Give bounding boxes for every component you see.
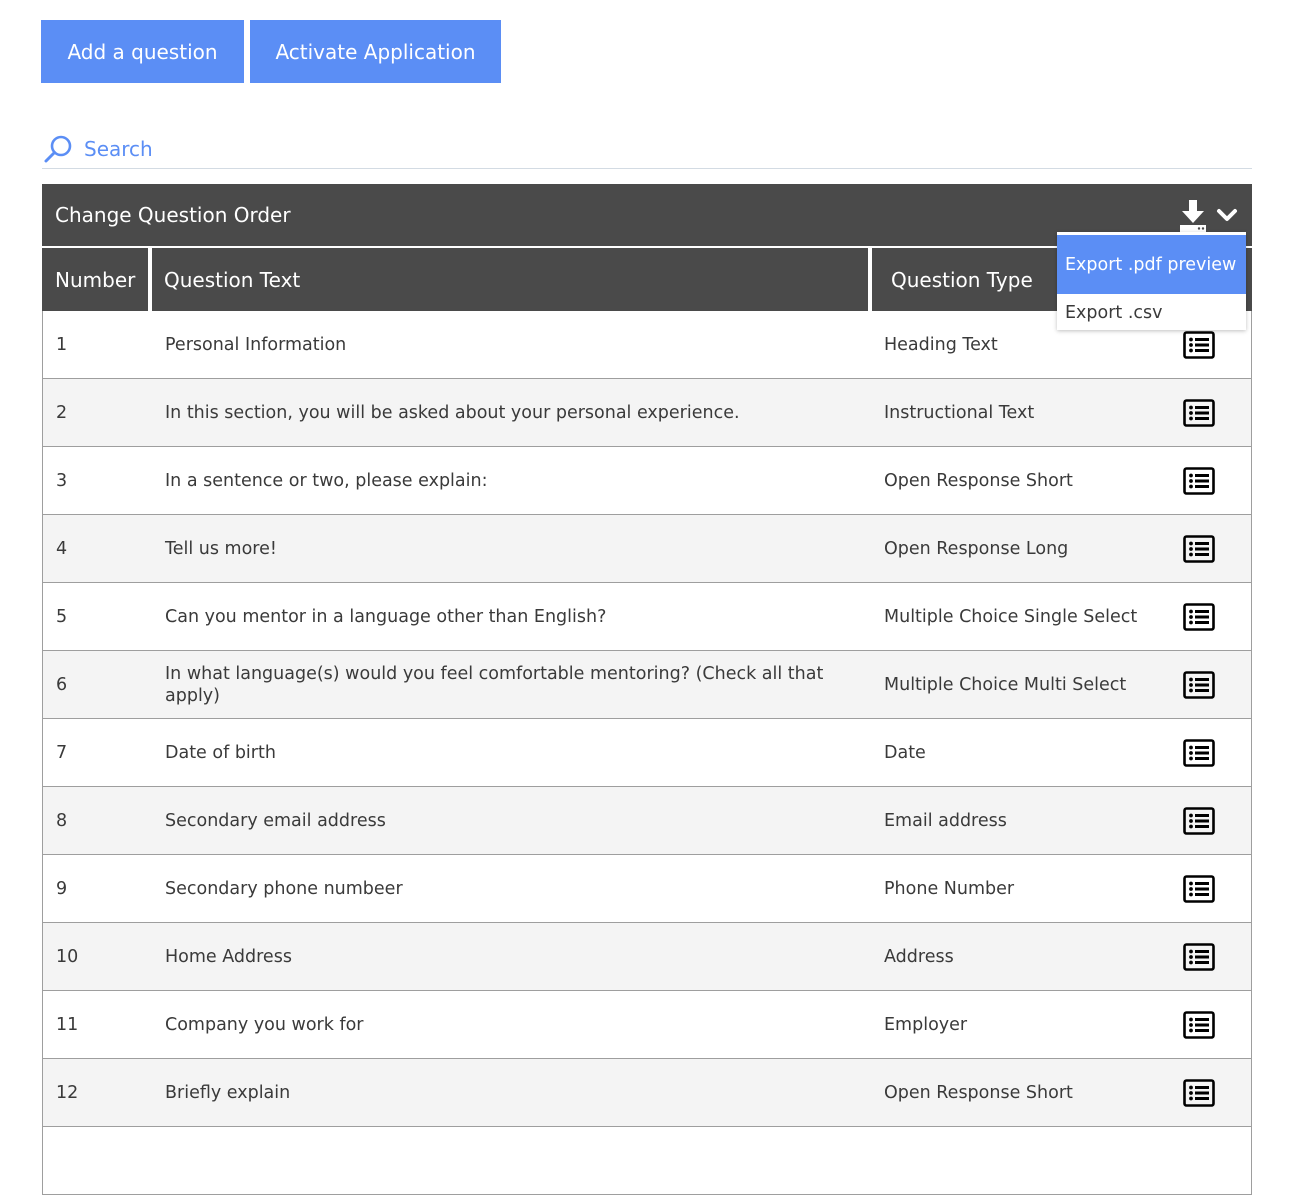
row-number: 8 [56, 810, 68, 831]
row-number: 1 [56, 334, 68, 355]
table-row[interactable]: 10 Home Address Address [42, 923, 1252, 991]
row-question-type: Multiple Choice Multi Select [884, 674, 1127, 695]
row-question-text: Personal Information [165, 334, 347, 355]
row-question-type: Email address [884, 810, 1007, 831]
row-number: 6 [56, 674, 68, 695]
column-number[interactable]: Number [55, 248, 135, 311]
row-question-text: Date of birth [165, 742, 276, 763]
table-row[interactable]: 7 Date of birth Date [42, 719, 1252, 787]
row-question-text [165, 1127, 865, 1194]
table-body: 1 Personal Information Heading Text 2 In thi… [42, 311, 1252, 1195]
export-dropdown: Export .pdf preview Export .csv [1057, 232, 1246, 330]
activate-application-button[interactable]: Activate Application [250, 20, 501, 83]
list-details-icon[interactable] [1182, 855, 1216, 922]
row-question-type: Employer [884, 1014, 968, 1035]
download-icon[interactable] [1178, 198, 1208, 232]
export-csv-item[interactable]: Export .csv [1057, 294, 1246, 332]
table-row[interactable]: 3 In a sentence or two, please explain: Op… [42, 447, 1252, 515]
list-details-icon[interactable] [1182, 447, 1216, 514]
column-question-type[interactable]: Question Type [891, 248, 1033, 311]
table-row[interactable]: 2 In this section, you will be asked abou… [42, 379, 1252, 447]
search-bar [42, 130, 1252, 169]
row-number: 2 [56, 402, 68, 423]
list-details-icon[interactable] [1182, 923, 1216, 990]
row-question-text: Secondary email address [165, 810, 386, 831]
list-details-icon[interactable] [1182, 1059, 1216, 1126]
row-question-text: Secondary phone numbeer [165, 878, 403, 899]
row-question-type: Open Response Short [884, 1082, 1073, 1103]
table-row[interactable]: 5 Can you mentor in a language other than… [42, 583, 1252, 651]
export-pdf-preview-item[interactable]: Export .pdf preview [1057, 235, 1246, 294]
table-row[interactable]: 8 Secondary email address Email address [42, 787, 1252, 855]
table-row[interactable]: 12 Briefly explain Open Response Short [42, 1059, 1252, 1127]
row-question-text: Can you mentor in a language other than … [165, 606, 607, 627]
row-question-type: Address [884, 946, 954, 967]
table-row[interactable] [42, 1127, 1252, 1195]
chevron-down-icon[interactable] [1216, 206, 1238, 224]
header-tools [1178, 198, 1238, 232]
row-question-type: Open Response Short [884, 470, 1073, 491]
row-question-text: Home Address [165, 946, 292, 967]
row-question-type: Heading Text [884, 334, 998, 355]
search-icon[interactable] [42, 133, 74, 165]
table-row[interactable]: 11 Company you work for Employer [42, 991, 1252, 1059]
top-toolbar: Add a question Activate Application [41, 20, 501, 83]
row-number: 5 [56, 606, 68, 627]
row-question-type: Date [884, 742, 926, 763]
add-question-button[interactable]: Add a question [41, 20, 244, 83]
row-number: 10 [56, 946, 79, 967]
row-question-type: Open Response Long [884, 538, 1069, 559]
table-row[interactable]: 4 Tell us more! Open Response Long [42, 515, 1252, 583]
row-question-text: In a sentence or two, please explain: [165, 470, 488, 491]
row-question-type: Instructional Text [884, 402, 1035, 423]
row-question-type: Multiple Choice Single Select [884, 606, 1138, 627]
row-question-text: In this section, you will be asked about… [165, 402, 740, 423]
column-question-text[interactable]: Question Text [164, 248, 300, 311]
panel-title: Change Question Order [55, 203, 291, 227]
column-divider [148, 248, 152, 311]
list-details-icon[interactable] [1182, 583, 1216, 650]
row-number: 12 [56, 1082, 79, 1103]
column-divider [868, 248, 872, 311]
list-details-icon[interactable] [1182, 719, 1216, 786]
row-question-text: Tell us more! [165, 538, 277, 559]
list-details-icon[interactable] [1182, 515, 1216, 582]
row-number: 11 [56, 1014, 79, 1035]
list-details-icon[interactable] [1182, 651, 1216, 718]
row-number: 7 [56, 742, 68, 763]
table-row[interactable]: 9 Secondary phone numbeer Phone Number [42, 855, 1252, 923]
table-row[interactable]: 6 In what language(s) would you feel comf… [42, 651, 1252, 719]
row-question-text: Briefly explain [165, 1082, 291, 1103]
list-details-icon[interactable] [1182, 991, 1216, 1058]
row-question-text: Company you work for [165, 1014, 364, 1035]
row-number: 3 [56, 470, 68, 491]
row-question-type: Phone Number [884, 878, 1015, 899]
row-number: 4 [56, 538, 68, 559]
list-details-icon[interactable] [1182, 379, 1216, 446]
search-input[interactable] [84, 137, 684, 161]
list-details-icon[interactable] [1182, 787, 1216, 854]
row-number: 9 [56, 878, 68, 899]
row-question-text: In what language(s) would you feel comfo… [165, 663, 824, 706]
